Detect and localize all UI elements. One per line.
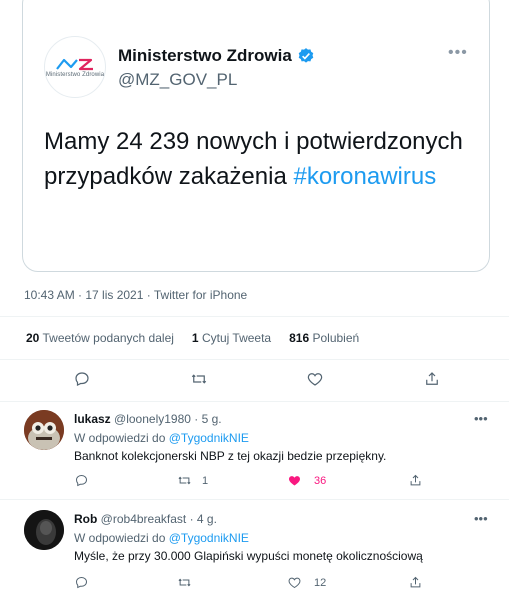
reply-icon[interactable] — [73, 370, 91, 388]
author-name-text: Ministerstwo Zdrowia — [118, 46, 292, 65]
reply-tweet[interactable]: Rob @rob4breakfast · 4 g. ••• W odpowied… — [0, 500, 509, 600]
like-icon — [288, 577, 301, 589]
reply-text: Myśle, że przy 30.000 Glapiński wypuści … — [74, 549, 423, 563]
share-icon[interactable] — [423, 370, 441, 388]
divider — [0, 316, 509, 317]
reply-icon[interactable] — [74, 575, 89, 590]
likes-stat[interactable]: 816 Polubień — [289, 331, 359, 345]
reply-icon[interactable] — [74, 473, 89, 488]
like-icon[interactable] — [306, 370, 324, 388]
retweet-button[interactable]: 1 — [177, 473, 208, 488]
retweet-icon[interactable] — [177, 575, 192, 590]
divider — [0, 359, 509, 360]
mz-logo-icon — [56, 58, 93, 70]
reply-context: W odpowiedzi do @TygodnikNIE — [74, 531, 249, 545]
retweet-icon[interactable] — [190, 370, 208, 388]
tweet-stats: 20 Tweetów podanych dalej 1 Cytuj Tweeta… — [26, 331, 359, 345]
avatar[interactable] — [24, 410, 64, 450]
quotes-stat[interactable]: 1 Cytuj Tweeta — [192, 331, 271, 345]
like-count: 12 — [314, 576, 327, 589]
reply-tweet[interactable]: lukasz @loonely1980 · 5 g. ••• W odpowie… — [0, 402, 509, 498]
reply-text: Banknot kolekcjonerski NBP z tej okazji … — [74, 449, 387, 463]
tweet-timestamp[interactable]: 10:43 AM · 17 lis 2021 · Twitter for iPh… — [24, 288, 247, 302]
hashtag-link[interactable]: #koronawirus — [293, 163, 436, 190]
share-icon[interactable] — [408, 473, 423, 488]
reply-author[interactable]: lukasz @loonely1980 · 5 g. — [74, 412, 222, 426]
like-button[interactable]: 36 — [287, 473, 326, 488]
like-count: 36 — [314, 474, 327, 487]
reply-author[interactable]: Rob @rob4breakfast · 4 g. — [74, 512, 217, 526]
mention-link[interactable]: @TygodnikNIE — [169, 431, 249, 445]
more-icon[interactable]: ••• — [448, 44, 468, 62]
verified-badge-icon — [298, 48, 314, 63]
retweets-stat[interactable]: 20 Tweetów podanych dalej — [26, 331, 174, 345]
retweet-icon — [178, 476, 191, 485]
mention-link[interactable]: @TygodnikNIE — [169, 531, 249, 545]
quoted-author-name[interactable]: Ministerstwo Zdrowia — [118, 46, 315, 66]
like-icon — [289, 476, 300, 486]
avatar[interactable] — [24, 510, 64, 550]
main-action-bar — [0, 370, 509, 398]
quoted-tweet-text: Mamy 24 239 nowych i potwierdzonych przy… — [44, 124, 464, 194]
more-icon[interactable]: ••• — [474, 411, 488, 426]
logo-caption: Ministerstwo Zdrowia — [45, 71, 105, 78]
like-button[interactable]: 12 — [287, 575, 326, 590]
more-icon[interactable]: ••• — [474, 511, 488, 526]
ministry-logo-avatar[interactable]: Ministerstwo Zdrowia — [44, 36, 106, 98]
quoted-author-handle[interactable]: @MZ_GOV_PL — [118, 70, 237, 90]
retweet-count: 1 — [202, 474, 209, 487]
reply-context: W odpowiedzi do @TygodnikNIE — [74, 431, 249, 445]
share-icon[interactable] — [408, 575, 423, 590]
